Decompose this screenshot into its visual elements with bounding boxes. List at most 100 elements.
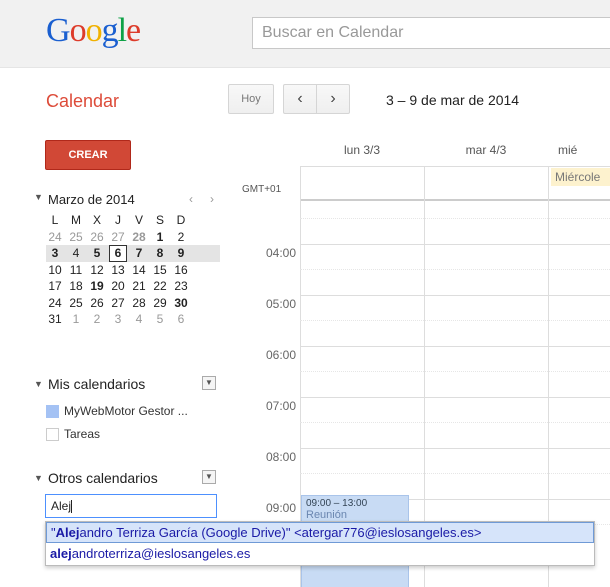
mini-day[interactable]: 9 [172,245,190,262]
mini-day[interactable]: 16 [172,262,190,279]
mini-day[interactable]: 27 [109,295,127,312]
hour-line [300,295,610,296]
hour-line [300,397,610,398]
event-time: 09:00 – 13:00 [306,498,368,509]
mini-day[interactable]: 2 [172,229,190,246]
mini-day[interactable]: 29 [151,295,169,312]
mini-day[interactable]: 6 [172,311,190,328]
mini-week-row: 24 25 26 27 28 1 2 [46,229,220,246]
mini-calendar-grid: L M X J V S D 24 25 26 27 28 1 2 3 4 5 6 7 8 9 10 11 12 13 14 15 16… [46,212,220,328]
create-button[interactable]: CREAR [45,140,131,170]
mini-day[interactable]: 12 [88,262,106,279]
mini-calendar-title[interactable]: Marzo de 2014 [48,192,135,207]
mini-day[interactable]: 13 [109,262,127,279]
mini-day[interactable]: 7 [130,245,148,262]
prev-week-button[interactable]: ‹ [283,84,316,114]
mini-next-month-icon[interactable]: › [210,192,214,206]
mini-weekday: M [71,213,81,227]
dropdown-arrow-icon[interactable]: ▼ [202,376,216,390]
mini-day[interactable]: 24 [46,295,64,312]
mini-day[interactable]: 24 [46,229,64,246]
calendar-item[interactable]: MyWebMotor Gestor ... [46,402,188,420]
mini-weekday-row: LMXJVSD [46,212,220,229]
chevron-right-icon: › [330,90,336,107]
mini-week-row: 3456789 [46,245,220,262]
collapse-triangle-icon[interactable]: ▼ [34,192,43,202]
mini-weekday: J [115,213,121,227]
mini-day[interactable]: 3 [46,245,64,262]
mini-day[interactable]: 4 [130,311,148,328]
mini-day[interactable]: 25 [67,229,85,246]
autocomplete-item[interactable]: "Alejandro Terriza García (Google Drive)… [46,522,594,543]
dropdown-arrow-icon[interactable]: ▼ [202,470,216,484]
mini-day[interactable]: 2 [88,311,106,328]
mini-day[interactable]: 10 [46,262,64,279]
mini-day[interactable]: 23 [172,278,190,295]
mini-day[interactable]: 21 [130,278,148,295]
all-day-event[interactable]: Miércole [551,168,610,186]
search-input[interactable]: Buscar en Calendar [252,17,610,49]
mini-weekday: D [176,213,186,227]
app-title: Calendar [46,91,120,111]
calendar-color-swatch[interactable] [46,427,59,441]
mini-day[interactable]: 17 [46,278,64,295]
mini-day[interactable]: 14 [130,262,148,279]
collapse-triangle-icon: ▼ [34,473,43,483]
half-hour-line [300,218,610,219]
other-calendars-header[interactable]: ▼ Otros calendarios ▼ [34,470,220,488]
week-grid: GMT+01 lun 3/3 mar 4/3 mié Miércole 03:0… [228,134,610,587]
mini-week-row: 24 25 26 27 28 29 30 [46,295,220,312]
mini-day[interactable]: 28 [130,229,148,246]
mini-day[interactable]: 1 [67,311,85,328]
mini-day[interactable]: 22 [151,278,169,295]
calendar-color-swatch[interactable] [46,404,59,418]
hour-label: 06:00 [265,348,296,362]
mini-day[interactable]: 8 [151,245,169,262]
hour-line [300,448,610,449]
mini-week-row: 17 18 19 20 21 22 23 [46,278,220,295]
mini-day[interactable]: 5 [151,311,169,328]
hour-line [300,346,610,347]
mini-prev-month-icon[interactable]: ‹ [189,192,193,206]
day-header-wed[interactable]: mié [558,143,610,157]
my-calendars-header[interactable]: ▼ Mis calendarios ▼ [34,376,220,394]
mini-day[interactable]: 28 [130,295,148,312]
day-header-mon[interactable]: lun 3/3 [300,143,424,157]
mini-day[interactable]: 11 [67,262,85,279]
half-hour-line [300,320,610,321]
mini-day[interactable]: 20 [109,278,127,295]
hour-line [300,244,610,245]
mini-day[interactable]: 31 [46,311,64,328]
hour-label: 09:00 [265,501,296,515]
mini-day[interactable]: 26 [88,295,106,312]
mini-day[interactable]: 15 [151,262,169,279]
mini-day[interactable]: 1 [151,229,169,246]
mini-day[interactable]: 4 [67,245,85,262]
hour-label: 07:00 [265,399,296,413]
autocomplete-item[interactable]: alejandroterriza@ieslosangeles.es [46,543,594,564]
mini-day[interactable]: 5 [88,245,106,262]
mini-day[interactable]: 30 [172,295,190,312]
mini-weekday: X [92,213,101,227]
mini-weekday: L [51,213,59,227]
mini-day[interactable]: 18 [67,278,85,295]
date-range: 3 – 9 de mar de 2014 [386,92,520,108]
next-week-button[interactable]: › [316,84,350,114]
event-title: Reunión [306,509,347,521]
today-button[interactable]: Hoy [228,84,274,114]
half-hour-line [300,473,610,474]
half-hour-line [300,422,610,423]
google-logo[interactable]: Google [46,12,141,50]
add-calendar-input[interactable]: Alej [45,494,217,518]
mini-day[interactable]: 26 [88,229,106,246]
mini-day[interactable]: 27 [109,229,127,246]
calendar-item[interactable]: Tareas [46,425,100,443]
mini-day[interactable]: 3 [109,311,127,328]
mini-day[interactable]: 6 [109,245,127,262]
half-hour-line [300,371,610,372]
my-calendars-label: Mis calendarios [48,376,146,392]
day-header-tue[interactable]: mar 4/3 [424,143,548,157]
hour-label: 05:00 [265,297,296,311]
mini-day[interactable]: 25 [67,295,85,312]
mini-day[interactable]: 19 [88,278,106,295]
